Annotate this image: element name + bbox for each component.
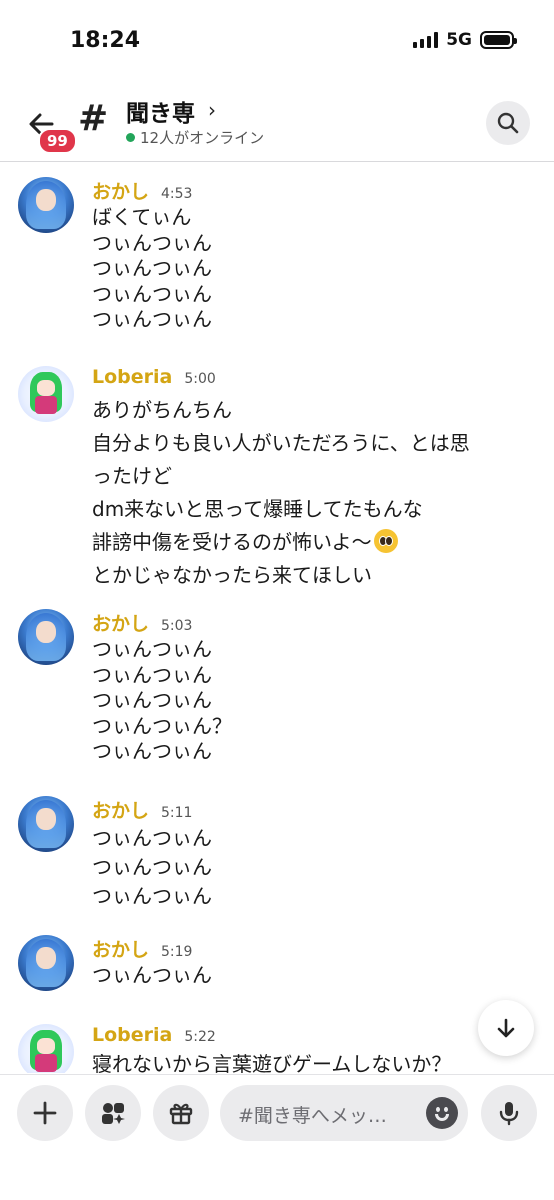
message-author[interactable]: おかし — [92, 935, 149, 962]
loberia-avatar[interactable] — [18, 366, 74, 422]
message-line: つぃんつぃん — [92, 281, 212, 306]
message-line: つぃんつぃん？ — [92, 713, 232, 738]
message-composer: #聞き専へメッ… — [0, 1074, 554, 1200]
arrow-down-icon — [497, 1018, 515, 1038]
message-line: 寝れないから言葉遊びゲームしないか？ — [92, 1052, 452, 1073]
message-body: つぃんつぃん つぃんつぃん つぃんつぃん — [92, 824, 542, 911]
message-line: つぃんつぃん — [92, 307, 212, 331]
message-author[interactable]: おかし — [92, 177, 149, 204]
message-line: とかじゃなかったら来てほしい — [92, 563, 372, 587]
message-body: つぃんつぃん — [92, 963, 542, 989]
apps-button[interactable] — [85, 1085, 141, 1141]
battery-icon — [480, 31, 517, 49]
message-time: 5:11 — [161, 805, 193, 821]
status-bar: 18:24 5G — [0, 0, 554, 80]
jump-to-bottom-button[interactable] — [478, 1000, 534, 1056]
message-line: つぃんつぃん — [92, 963, 212, 987]
message-line: 誹謗中傷を受けるのが怖いよ〜 — [92, 526, 542, 559]
okashi-avatar[interactable] — [18, 609, 74, 665]
message-line-text: 誹謗中傷を受けるのが怖いよ〜 — [92, 530, 372, 554]
message-line: つぃんつぃん — [92, 256, 212, 280]
status-indicators: 5G — [413, 30, 517, 50]
online-status: 12人がオンライン — [126, 127, 264, 148]
message-list[interactable]: おかし 4:53 ばくてぃん つぃんつぃん つぃんつぃん つぃんつぃん つぃんつ… — [0, 163, 554, 1073]
message-line: つぃんつぃん — [92, 739, 212, 763]
message-author[interactable]: Loberia — [92, 1024, 172, 1046]
emoji-icon[interactable] — [426, 1097, 458, 1129]
status-time: 18:24 — [70, 28, 141, 53]
hash-icon: # — [78, 98, 109, 139]
message-time: 5:00 — [184, 371, 216, 387]
gift-icon — [169, 1103, 193, 1125]
message-line: ばくてぃん — [92, 205, 192, 229]
message-line: ありがちんちん — [92, 398, 232, 422]
online-dot — [126, 133, 135, 142]
channel-header: 99 # 聞き専 › 12人がオンライン — [0, 80, 554, 162]
microphone-icon — [499, 1102, 519, 1126]
search-button[interactable] — [486, 101, 530, 145]
pleading-face-emoji — [373, 529, 398, 553]
okashi-avatar[interactable] — [18, 935, 74, 991]
search-icon — [497, 112, 519, 134]
message-body: ありがちんちん 自分よりも良い人がいただろうに、とは思 ったけど dm来ないと思… — [92, 394, 542, 592]
message-line: つぃんつぃん — [92, 230, 212, 255]
message-body: ばくてぃん つぃんつぃん つぃんつぃん つぃんつぃん つぃんつぃん — [92, 205, 542, 333]
message-body: つぃんつぃん つぃんつぃん つぃんつぃん つぃんつぃん？ つぃんつぃん — [92, 637, 542, 765]
online-count: 12人がオンライン — [140, 129, 265, 147]
network-type: 5G — [446, 30, 472, 50]
message-author[interactable]: おかし — [92, 796, 149, 823]
message-line: つぃんつぃん — [92, 662, 212, 687]
message-line: つぃんつぃん — [92, 826, 212, 850]
voice-message-button[interactable] — [481, 1085, 537, 1141]
message-author[interactable]: おかし — [92, 609, 149, 636]
gift-button[interactable] — [153, 1085, 209, 1141]
unread-badge: 99 — [38, 128, 77, 154]
message-time: 5:03 — [161, 618, 193, 634]
okashi-avatar[interactable] — [18, 177, 74, 233]
apps-icon — [102, 1103, 125, 1124]
attach-button[interactable] — [17, 1085, 73, 1141]
message-input-placeholder: #聞き専へメッ… — [238, 1105, 387, 1127]
message-time: 5:19 — [161, 944, 193, 960]
channel-name[interactable]: 聞き専 — [126, 94, 195, 128]
okashi-avatar[interactable] — [18, 796, 74, 852]
message-author[interactable]: Loberia — [92, 366, 172, 388]
loberia-avatar[interactable] — [18, 1024, 74, 1073]
message-time: 4:53 — [161, 186, 193, 202]
message-line: つぃんつぃん — [92, 884, 212, 908]
message-line: つぃんつぃん — [92, 855, 212, 879]
message-body: 寝れないから言葉遊びゲームしないか？ — [92, 1052, 542, 1073]
message-time: 5:22 — [184, 1029, 216, 1045]
message-line: ったけど — [92, 464, 172, 488]
message-line: dm来ないと思って爆睡してたもんな — [92, 497, 423, 521]
message-line: つぃんつぃん — [92, 688, 212, 712]
plus-icon — [33, 1101, 57, 1125]
message-line: つぃんつぃん — [92, 637, 212, 661]
chevron-right-icon[interactable]: › — [208, 98, 216, 122]
signal-icon — [413, 32, 439, 48]
message-input[interactable]: #聞き専へメッ… — [220, 1085, 468, 1141]
message-line: 自分よりも良い人がいただろうに、とは思 — [92, 431, 470, 455]
